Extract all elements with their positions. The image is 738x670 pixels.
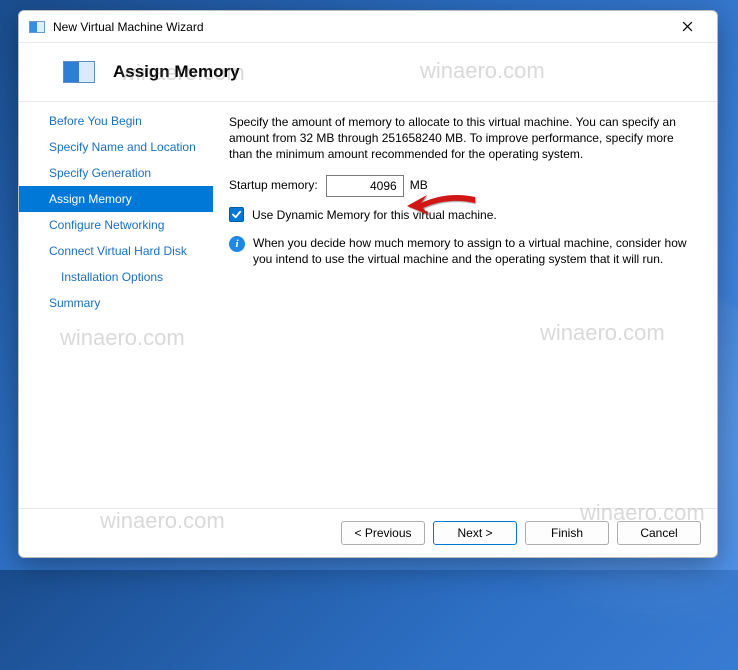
dynamic-memory-label: Use Dynamic Memory for this virtual mach… [252, 207, 497, 223]
sidebar-step-specify-generation[interactable]: Specify Generation [19, 160, 213, 186]
window-icon [29, 21, 45, 33]
header-icon [63, 61, 95, 83]
sidebar-step-specify-name[interactable]: Specify Name and Location [19, 134, 213, 160]
cancel-button[interactable]: Cancel [617, 521, 701, 545]
sidebar: Before You Begin Specify Name and Locati… [19, 102, 213, 508]
close-button[interactable] [665, 12, 709, 42]
description-text: Specify the amount of memory to allocate… [229, 114, 697, 163]
page-title: Assign Memory [113, 62, 240, 82]
next-button[interactable]: Next > [433, 521, 517, 545]
info-text: When you decide how much memory to assig… [253, 235, 697, 267]
checkmark-icon [231, 209, 242, 220]
startup-memory-input[interactable] [326, 175, 404, 197]
sidebar-step-installation-options[interactable]: Installation Options [19, 264, 213, 290]
content-pane: Specify the amount of memory to allocate… [213, 102, 717, 508]
startup-memory-row: Startup memory: MB [229, 175, 697, 197]
info-row: i When you decide how much memory to ass… [229, 235, 697, 267]
sidebar-step-before-you-begin[interactable]: Before You Begin [19, 108, 213, 134]
titlebar: New Virtual Machine Wizard [19, 11, 717, 43]
wizard-footer: < Previous Next > Finish Cancel [19, 509, 717, 557]
finish-button[interactable]: Finish [525, 521, 609, 545]
sidebar-step-configure-networking[interactable]: Configure Networking [19, 212, 213, 238]
dynamic-memory-checkbox[interactable] [229, 207, 244, 222]
sidebar-step-assign-memory[interactable]: Assign Memory [19, 186, 213, 212]
sidebar-step-connect-vhd[interactable]: Connect Virtual Hard Disk [19, 238, 213, 264]
dynamic-memory-row: Use Dynamic Memory for this virtual mach… [229, 207, 697, 223]
wizard-header: Assign Memory [19, 43, 717, 101]
wizard-body: Before You Begin Specify Name and Locati… [19, 101, 717, 509]
sidebar-step-summary[interactable]: Summary [19, 290, 213, 316]
startup-memory-label: Startup memory: [229, 177, 318, 193]
close-icon [682, 21, 693, 32]
info-icon: i [229, 236, 245, 252]
startup-memory-unit: MB [410, 177, 428, 193]
window-title: New Virtual Machine Wizard [53, 20, 665, 34]
wizard-window: New Virtual Machine Wizard Assign Memory… [18, 10, 718, 558]
previous-button[interactable]: < Previous [341, 521, 425, 545]
